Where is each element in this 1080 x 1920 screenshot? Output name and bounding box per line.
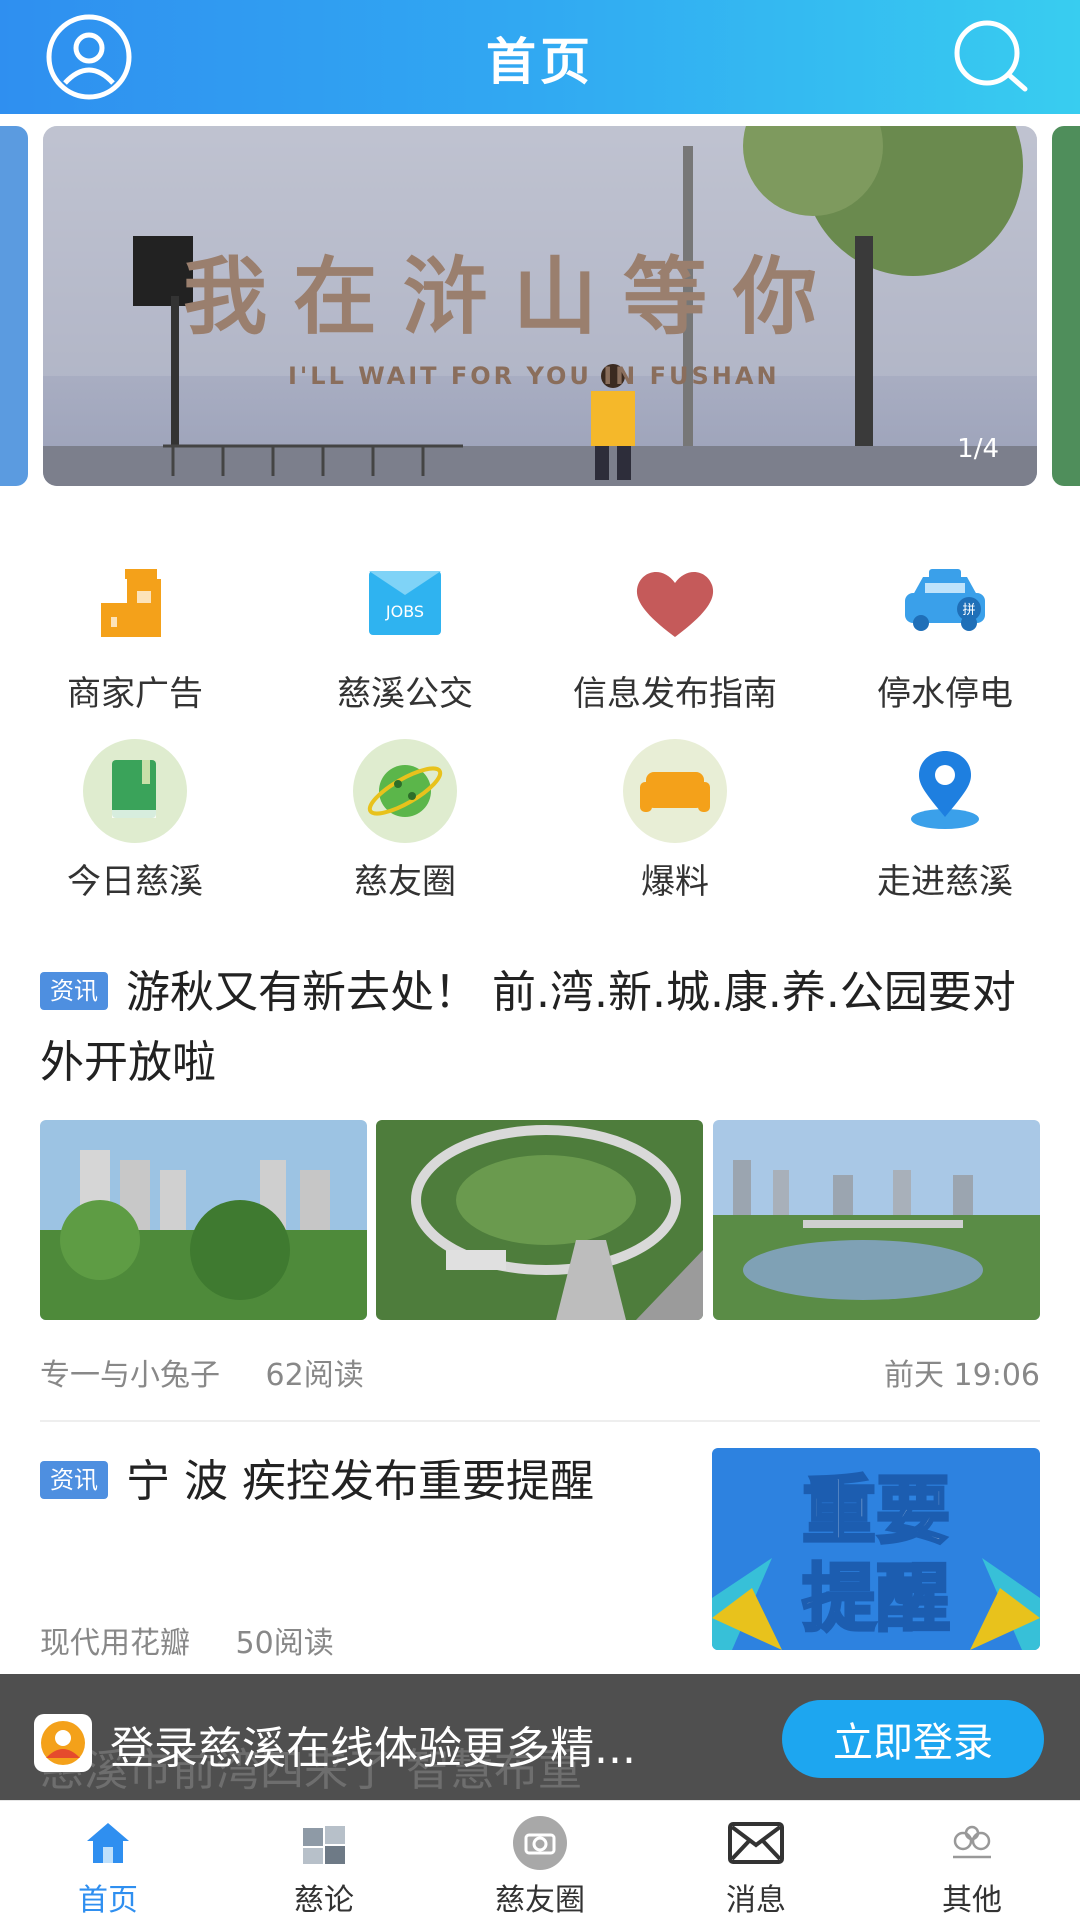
news-image[interactable] — [376, 1120, 703, 1320]
tab-label: 慈友圈 — [495, 1883, 585, 1918]
news-reads: 50阅读 — [235, 1626, 334, 1661]
tab-messages[interactable]: 消息 — [648, 1801, 864, 1920]
jobs-icon: JOBS — [345, 548, 465, 658]
shortcut-label: 慈友圈 — [354, 862, 456, 902]
login-prompt-text: 登录慈溪在线体验更多精... — [110, 1723, 636, 1774]
news-image[interactable]: 重要 提醒 — [712, 1448, 1040, 1650]
bottom-tab-bar: 首页 慈论 慈友圈 消息 其他 — [0, 1800, 1080, 1920]
news-meta: 专一与小兔子 62阅读 前天 19:06 — [40, 1350, 1040, 1394]
tab-circle[interactable]: 慈友圈 — [432, 1801, 648, 1920]
news-title[interactable]: 资讯宁 波 疾控发布重要提醒 — [40, 1448, 680, 1516]
tab-label: 首页 — [78, 1883, 138, 1918]
camera-icon — [510, 1815, 570, 1871]
news-image[interactable] — [713, 1120, 1040, 1320]
news-image[interactable] — [40, 1120, 367, 1320]
banner-counter: 1/4 — [957, 434, 999, 464]
svg-text:拼: 拼 — [962, 603, 975, 618]
shortcut-label: 今日慈溪 — [67, 862, 203, 902]
banner-prev-slide[interactable] — [0, 126, 28, 486]
login-prompt-bar: 慈溪市前湾四来了 智慧布重 登录慈溪在线体验更多精... 立即登录 — [0, 1674, 1080, 1800]
top-header: 首页 — [0, 0, 1080, 114]
news-image-text-line2: 提醒 — [802, 1556, 950, 1642]
banner-sign-text: 我在浒山等你 — [183, 248, 843, 346]
tab-other[interactable]: 其他 — [864, 1801, 1080, 1920]
search-icon[interactable] — [946, 14, 1036, 100]
news-image-row — [40, 1120, 1040, 1320]
puzzle-icon — [294, 1815, 354, 1871]
news-reads: 62阅读 — [265, 1358, 364, 1393]
sofa-icon — [615, 736, 735, 846]
shortcut-label: 停水停电 — [877, 674, 1013, 714]
news-title-text: 宁 波 疾控发布重要提醒 — [126, 1456, 594, 1507]
shortcut-outage[interactable]: 拼 停水停电 — [810, 548, 1080, 718]
news-title[interactable]: 资讯 游秋又有新去处！ 前.湾.新.城.康.养.公园要对外开放啦 — [40, 958, 1040, 1098]
shortcut-bus[interactable]: JOBS 慈溪公交 — [270, 548, 540, 718]
banner-image: 我在浒山等你 I'LL WAIT FOR YOU IN FUSHAN — [43, 126, 1037, 486]
divider — [40, 1420, 1040, 1422]
tab-discussion[interactable]: 慈论 — [216, 1801, 432, 1920]
shortcut-shop-ad[interactable]: 商家广告 — [0, 548, 270, 718]
shortcut-label: 爆料 — [641, 862, 709, 902]
banner-next-slide[interactable] — [1052, 126, 1080, 486]
news-author: 专一与小兔子 — [40, 1358, 220, 1393]
shortcut-guide[interactable]: 信息发布指南 — [540, 548, 810, 718]
shortcut-circle[interactable]: 慈友圈 — [270, 736, 540, 906]
shortcut-explore[interactable]: 走进慈溪 — [810, 736, 1080, 906]
planet-icon — [345, 736, 465, 846]
book-icon — [75, 736, 195, 846]
home-icon — [78, 1815, 138, 1871]
banner-sign-subtext: I'LL WAIT FOR YOU IN FUSHAN — [288, 362, 780, 390]
news-item[interactable]: 资讯 游秋又有新去处！ 前.湾.新.城.康.养.公园要对外开放啦 专一与小兔子 … — [40, 958, 1040, 1393]
shortcut-label: 走进慈溪 — [877, 862, 1013, 902]
more-icon — [942, 1815, 1002, 1871]
app-logo-icon — [34, 1714, 92, 1772]
page-title: 首页 — [486, 33, 594, 91]
car-icon: 拼 — [885, 548, 1005, 658]
tab-label: 消息 — [726, 1883, 786, 1918]
svg-text:JOBS: JOBS — [385, 602, 424, 621]
banner-slide[interactable]: 我在浒山等你 I'LL WAIT FOR YOU IN FUSHAN 1/4 — [43, 126, 1037, 486]
shortcut-label: 信息发布指南 — [573, 674, 777, 714]
news-author: 现代用花瓣 — [40, 1626, 190, 1661]
tab-label: 慈论 — [294, 1883, 354, 1918]
heart-icon — [615, 548, 735, 658]
mail-icon — [726, 1815, 786, 1871]
shortcut-today[interactable]: 今日慈溪 — [0, 736, 270, 906]
shortcut-label: 商家广告 — [67, 674, 203, 714]
shop-ad-icon — [75, 548, 195, 658]
news-title-text: 游秋又有新去处！ 前.湾.新.城.康.养.公园要对外开放啦 — [40, 967, 1016, 1088]
shortcut-label: 慈溪公交 — [337, 674, 473, 714]
shortcut-tipoff[interactable]: 爆料 — [540, 736, 810, 906]
tab-home[interactable]: 首页 — [0, 1801, 216, 1920]
banner-carousel[interactable]: 我在浒山等你 I'LL WAIT FOR YOU IN FUSHAN 1/4 — [0, 126, 1080, 490]
location-pin-icon — [885, 736, 1005, 846]
news-time: 前天 19:06 — [884, 1358, 1040, 1393]
news-item[interactable]: 资讯宁 波 疾控发布重要提醒 现代用花瓣 50阅读 重要 提醒 — [40, 1448, 1040, 1668]
news-tag: 资讯 — [40, 972, 108, 1010]
tab-label: 其他 — [942, 1883, 1002, 1918]
news-meta: 现代用花瓣 50阅读 — [40, 1618, 334, 1662]
news-image-text-line1: 重要 — [802, 1468, 950, 1554]
news-tag: 资讯 — [40, 1461, 108, 1499]
login-now-button[interactable]: 立即登录 — [782, 1700, 1044, 1778]
